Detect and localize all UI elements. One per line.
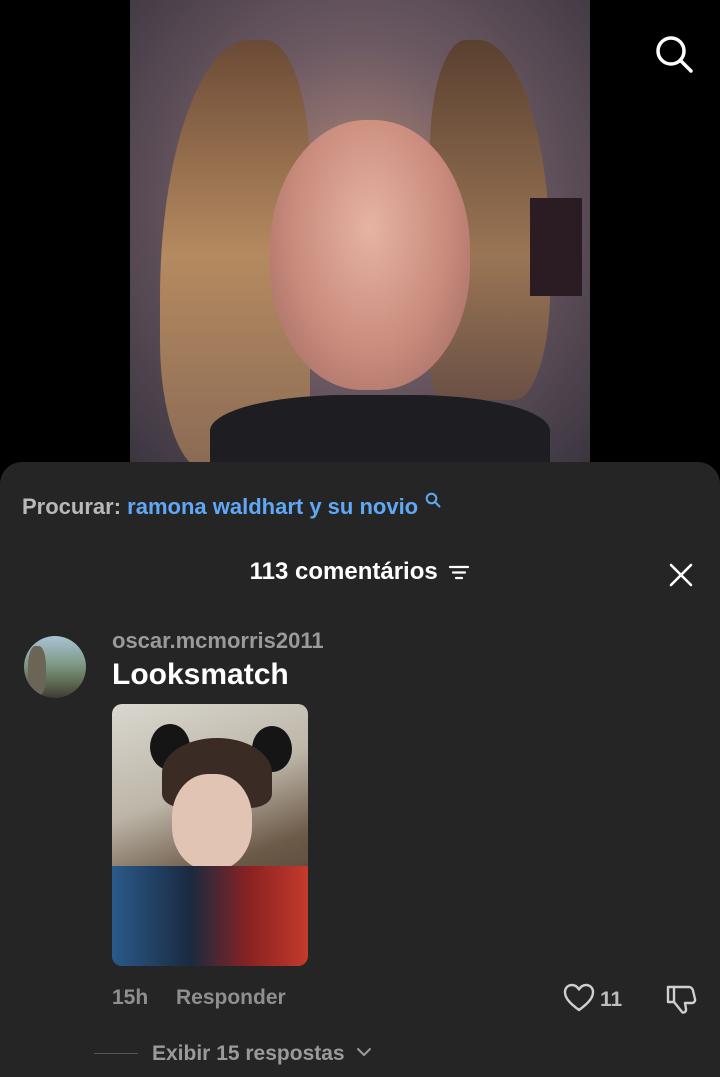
- attachment-content-face: [172, 774, 252, 870]
- view-replies-label: Exibir 15 respostas: [152, 1042, 345, 1065]
- video-face: [270, 120, 470, 390]
- comments-sheet: Procurar: ramona waldhart y su novio 113…: [0, 462, 720, 1077]
- dislike-button[interactable]: [664, 982, 698, 1016]
- search-icon: [425, 492, 441, 508]
- like-count: 11: [600, 988, 623, 1011]
- attachment-content-shirt: [112, 866, 308, 966]
- video-player[interactable]: [130, 0, 590, 462]
- view-replies-button[interactable]: Exibir 15 respostas: [152, 1042, 372, 1066]
- search-query-link[interactable]: ramona waldhart y su novio: [127, 494, 418, 519]
- avatar[interactable]: [24, 636, 86, 698]
- heart-icon: [563, 983, 595, 1012]
- comment-count: 113 comentários: [249, 558, 438, 585]
- comments-header: 113 comentários: [0, 558, 720, 586]
- search-icon: [656, 36, 693, 73]
- comment-username[interactable]: oscar.mcmorris2011: [112, 628, 324, 654]
- dislike-icon: [666, 985, 697, 1014]
- video-shirt: [210, 395, 550, 462]
- search-prefix-label: Procurar:: [22, 494, 122, 519]
- search-suggestion[interactable]: Procurar: ramona waldhart y su novio: [22, 492, 441, 520]
- video-background-poster: [530, 198, 582, 296]
- avatar-image: [28, 646, 46, 696]
- search-button[interactable]: [654, 34, 694, 74]
- like-button[interactable]: [562, 982, 596, 1014]
- comment-text: Looksmatch: [112, 658, 289, 691]
- close-icon: [669, 563, 693, 587]
- chevron-down-icon: [357, 1048, 372, 1056]
- reply-button[interactable]: Responder: [176, 986, 286, 1010]
- close-button[interactable]: [668, 562, 694, 588]
- replies-divider: [94, 1053, 138, 1054]
- sort-icon[interactable]: [448, 563, 470, 581]
- comment-image-attachment[interactable]: [112, 704, 308, 966]
- screen: Procurar: ramona waldhart y su novio 113…: [0, 0, 720, 1077]
- comment-timestamp: 15h: [112, 986, 149, 1009]
